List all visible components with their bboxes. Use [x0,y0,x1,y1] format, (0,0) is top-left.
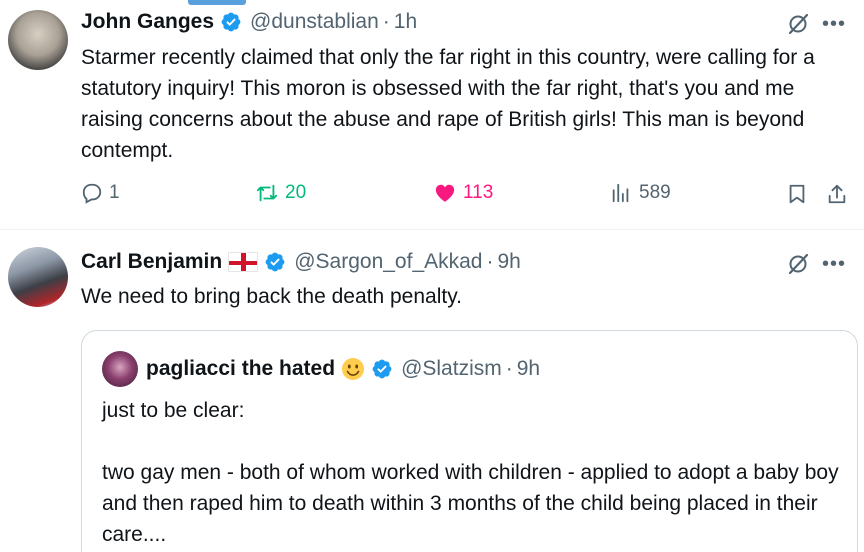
verified-badge-icon [221,12,241,32]
separator: · [486,250,494,273]
author-handle[interactable]: @dunstablian [250,10,379,34]
england-flag-icon [228,252,259,272]
separator: · [505,357,513,380]
views-icon [612,183,629,203]
tweet-actions: 1 20 113 589 [81,182,851,210]
more-icon[interactable]: ••• [822,254,846,274]
bookmark-button[interactable] [786,182,808,206]
reply-button[interactable]: 1 [81,182,120,204]
views-button[interactable]: 589 [609,182,671,204]
grok-icon[interactable] [786,12,810,36]
retweet-button[interactable]: 20 [255,182,306,204]
avatar[interactable] [8,10,68,70]
tweet-text: Starmer recently claimed that only the f… [81,46,815,162]
timestamp: 9h [516,357,541,380]
more-icon[interactable]: ••• [822,14,846,34]
like-icon [435,184,455,202]
retweet-icon [256,184,278,202]
bookmark-icon [789,184,805,204]
like-button[interactable]: 113 [433,182,493,204]
tweet-text: We need to bring back the death penalty. [81,285,462,308]
share-button[interactable] [826,182,848,206]
author-handle[interactable]: @Sargon_of_Akkad [294,250,482,274]
like-count: 113 [463,182,494,203]
author-name: pagliacci the hated [146,357,336,380]
author-handle: @Slatzism [401,357,502,380]
reply-count: 1 [109,182,120,203]
tweet-top-actions: ••• [786,252,846,276]
separator: · [382,10,390,33]
quoted-tweet-header: pagliacci the hated @Slatzism · 9h [102,351,540,387]
timestamp[interactable]: 1h [394,10,417,34]
quoted-text-line: two gay men - both of whom worked with c… [102,461,839,546]
tweet-header: Carl Benjamin @Sargon_of_Akkad · 9h [81,250,521,274]
author-name[interactable]: John Ganges [81,10,214,34]
tweet-header: John Ganges @dunstablian · 1h [81,10,417,34]
tweet-divider [0,229,864,230]
quoted-tweet-text: just to be clear: two gay men - both of … [102,395,842,550]
verified-badge-icon [372,359,392,379]
tweet-top-actions: ••• [786,12,846,36]
views-count: 589 [639,182,671,203]
avatar[interactable] [8,247,68,307]
reply-icon [82,183,102,204]
quoted-text-line [102,426,842,457]
retweet-count: 20 [285,182,307,203]
avatar [102,351,138,387]
author-name[interactable]: Carl Benjamin [81,250,222,274]
smiley-emoji-icon [342,358,365,380]
quoted-text-line: just to be clear: [102,399,245,422]
tweet[interactable]: John Ganges @dunstablian · 1h ••• Starme… [0,0,864,230]
share-icon [828,184,846,204]
verified-badge-icon [265,252,285,272]
timestamp[interactable]: 9h [498,250,521,274]
quoted-tweet[interactable]: pagliacci the hated @Slatzism · 9h just … [81,330,858,552]
grok-icon[interactable] [786,252,810,276]
